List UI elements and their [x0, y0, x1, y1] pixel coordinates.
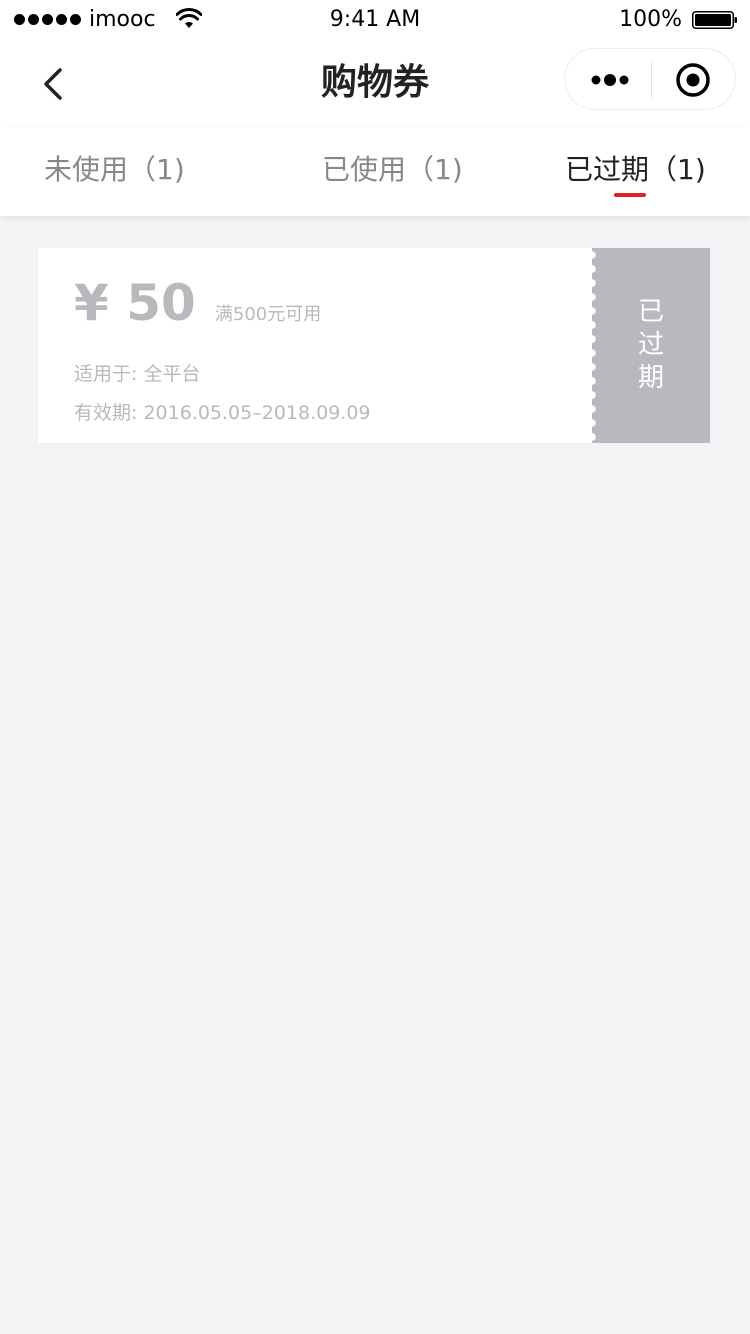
tab-used[interactable]: 已使用（1)	[322, 150, 463, 190]
active-tab-indicator	[614, 193, 646, 197]
coupon-validity: 有效期: 2016.05.05–2018.09.09	[74, 402, 371, 424]
close-target-icon[interactable]	[675, 62, 711, 98]
coupon-amount-row: ¥ 50 满500元可用	[74, 274, 321, 332]
coupon-card[interactable]: ¥ 50 满500元可用 适用于: 全平台 有效期: 2016.05.05–20…	[38, 248, 710, 443]
tab-expired[interactable]: 已过期（1)	[565, 150, 706, 190]
coupon-condition: 满500元可用	[214, 304, 322, 325]
more-dots-icon[interactable]	[589, 66, 631, 94]
coupon-status: 已过期	[637, 297, 664, 393]
coupon-tabs: 未使用（1) 已使用（1) 已过期（1)	[0, 128, 750, 216]
battery-percentage: 100%	[619, 7, 682, 32]
navigation-bar: 购物券	[0, 40, 750, 128]
coupon-amount: ¥ 50	[74, 274, 196, 332]
battery-icon	[692, 11, 737, 29]
mini-program-capsule	[564, 48, 736, 110]
coupon-status-stub: 已过期	[592, 248, 710, 443]
status-bar: imooc 9:41 AM 100%	[0, 0, 750, 40]
coupon-main: ¥ 50 满500元可用 适用于: 全平台 有效期: 2016.05.05–20…	[38, 248, 594, 443]
capsule-divider	[651, 61, 652, 99]
tab-unused[interactable]: 未使用（1)	[44, 150, 185, 190]
coupon-scope: 适用于: 全平台	[74, 363, 201, 385]
